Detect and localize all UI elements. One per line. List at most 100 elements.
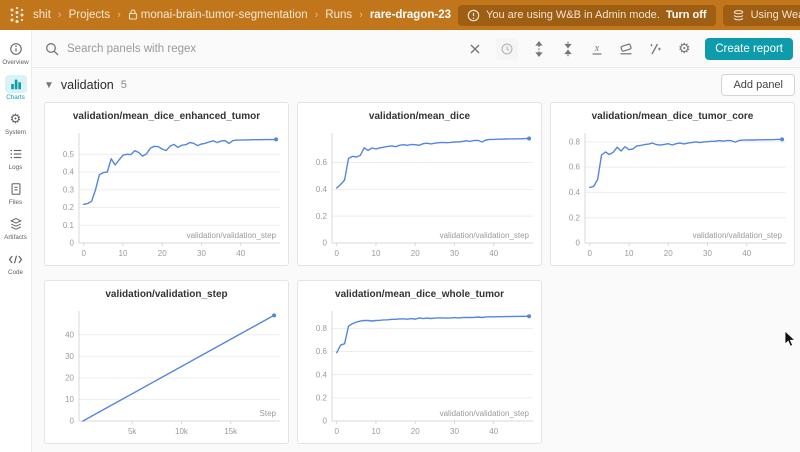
chart-panel-validation-step[interactable]: validation/validation_step 0102030405k10… xyxy=(44,280,289,444)
search-panels-input[interactable] xyxy=(67,43,454,55)
svg-text:0: 0 xyxy=(70,239,75,248)
wandb-logo-icon[interactable] xyxy=(8,6,26,24)
top-navigation-bar: shit › Projects › monai-brain-tumor-segm… xyxy=(0,0,800,30)
svg-text:0: 0 xyxy=(70,417,75,426)
svg-text:15k: 15k xyxy=(224,427,238,436)
breadcrumb-run-name[interactable]: rare-dragon-23 xyxy=(370,9,451,21)
svg-text:40: 40 xyxy=(489,427,498,436)
create-report-button[interactable]: Create report xyxy=(705,38,793,60)
svg-text:20: 20 xyxy=(65,373,74,382)
validation-section-header: ▼ validation 5 Add panel xyxy=(44,68,795,102)
breadcrumb-projects[interactable]: Projects xyxy=(69,9,111,21)
x-axis-label: Step xyxy=(260,409,276,418)
chart-panel-mean-dice[interactable]: validation/mean_dice 00.20.40.6010203040… xyxy=(297,102,542,266)
admin-banner-text: You are using W&B in Admin mode. xyxy=(486,9,660,21)
svg-text:0.2: 0.2 xyxy=(569,213,581,222)
sidebar-item-artifacts[interactable]: Artifacts xyxy=(0,213,32,243)
line-chart: 00.20.40.60.8010203040 xyxy=(298,305,541,441)
panels-grid: validation/mean_dice_enhanced_tumor 0 0.1… xyxy=(44,102,795,444)
x-axis-label: validation/validation_step xyxy=(693,231,782,240)
panel-history-icon[interactable] xyxy=(496,38,518,60)
sidebar-item-overview[interactable]: Overview xyxy=(0,38,32,68)
svg-text:10k: 10k xyxy=(175,427,189,436)
run-sidebar-nav: Overview Charts ⚙ System Logs Files Arti… xyxy=(0,30,32,452)
system-gear-icon: ⚙ xyxy=(5,110,27,128)
svg-text:0: 0 xyxy=(587,249,592,258)
x-axis-label: validation/validation_step xyxy=(440,409,529,418)
svg-text:0.2: 0.2 xyxy=(316,212,328,221)
svg-text:x: x xyxy=(594,43,600,54)
collapse-panels-icon[interactable] xyxy=(560,41,576,57)
sidebar-item-code[interactable]: Code xyxy=(0,248,32,278)
admin-turn-off-button[interactable]: Turn off xyxy=(666,9,707,21)
breadcrumb-separator: › xyxy=(117,9,121,21)
svg-text:0.4: 0.4 xyxy=(63,168,75,177)
line-chart: 0 10 20 30 40 5k 10k 15k xyxy=(45,305,288,441)
chart-panel-mean-dice-whole-tumor[interactable]: validation/mean_dice_whole_tumor 00.20.4… xyxy=(297,280,542,444)
breadcrumb-entity[interactable]: shit xyxy=(33,9,51,21)
sidebar-item-logs[interactable]: Logs xyxy=(0,143,32,173)
section-title[interactable]: validation xyxy=(61,78,114,92)
svg-text:0: 0 xyxy=(81,249,86,258)
chart-title: validation/mean_dice_whole_tumor xyxy=(298,287,541,305)
admin-mode-banner[interactable]: You are using W&B in Admin mode. Turn of… xyxy=(458,5,716,26)
section-collapse-chevron-icon[interactable]: ▼ xyxy=(44,80,54,91)
svg-text:20: 20 xyxy=(411,249,420,258)
sidebar-item-files[interactable]: Files xyxy=(0,178,32,208)
line-chart: 00.20.40.60.8010203040 xyxy=(551,127,794,263)
code-brackets-icon xyxy=(5,250,27,268)
chart-panel-mean-dice-enhanced-tumor[interactable]: validation/mean_dice_enhanced_tumor 0 0.1… xyxy=(44,102,289,266)
svg-text:30: 30 xyxy=(65,352,74,361)
breadcrumb-runs[interactable]: Runs xyxy=(325,9,352,21)
expand-panels-icon[interactable] xyxy=(531,41,547,57)
smoothing-magic-icon[interactable] xyxy=(647,41,663,57)
svg-text:0.3: 0.3 xyxy=(63,185,75,194)
svg-text:0.6: 0.6 xyxy=(316,158,328,167)
svg-text:0: 0 xyxy=(323,417,328,426)
lock-icon xyxy=(128,9,138,20)
svg-text:0: 0 xyxy=(334,427,339,436)
line-chart: 00.20.40.6010203040 xyxy=(298,127,541,263)
svg-text:20: 20 xyxy=(411,427,420,436)
svg-text:30: 30 xyxy=(197,249,206,258)
svg-text:0: 0 xyxy=(334,249,339,258)
line-chart: 00.10.20.30.40.5010203040 xyxy=(45,127,288,263)
section-panel-count: 5 xyxy=(121,79,127,91)
overview-info-icon xyxy=(5,40,27,58)
svg-text:0.4: 0.4 xyxy=(569,188,581,197)
svg-text:5k: 5k xyxy=(128,427,137,436)
clear-search-icon[interactable] xyxy=(467,41,483,57)
sidebar-item-system[interactable]: ⚙ System xyxy=(0,108,32,138)
svg-text:10: 10 xyxy=(372,249,381,258)
svg-text:10: 10 xyxy=(119,249,128,258)
workspace-settings-gear-icon[interactable]: ⚙ xyxy=(676,41,692,57)
add-panel-button[interactable]: Add panel xyxy=(721,74,795,96)
svg-text:0.6: 0.6 xyxy=(569,163,581,172)
svg-text:0.1: 0.1 xyxy=(63,221,75,230)
weave-banner[interactable]: Using Weave 1.0 Turn off xyxy=(723,5,800,26)
svg-text:0.2: 0.2 xyxy=(63,203,75,212)
svg-text:40: 40 xyxy=(65,330,74,339)
chart-title: validation/mean_dice_enhanced_tumor xyxy=(45,109,288,127)
svg-text:10: 10 xyxy=(65,395,74,404)
svg-text:0.5: 0.5 xyxy=(63,150,75,159)
svg-text:10: 10 xyxy=(625,249,634,258)
sidebar-item-charts[interactable]: Charts xyxy=(0,73,32,103)
breadcrumb-separator: › xyxy=(315,9,319,21)
breadcrumb-project[interactable]: monai-brain-tumor-segmentation xyxy=(128,9,308,21)
svg-text:30: 30 xyxy=(703,249,712,258)
svg-text:0.8: 0.8 xyxy=(569,137,581,146)
svg-text:0.6: 0.6 xyxy=(316,347,328,356)
svg-text:30: 30 xyxy=(450,249,459,258)
panels-toolbar: x ⚙ Create report xyxy=(32,30,800,68)
eraser-outliers-icon[interactable] xyxy=(618,41,634,57)
chart-panel-mean-dice-tumor-core[interactable]: validation/mean_dice_tumor_core 00.20.40… xyxy=(550,102,795,266)
files-document-icon xyxy=(5,180,27,198)
svg-text:0: 0 xyxy=(576,239,581,248)
svg-text:0.8: 0.8 xyxy=(316,324,328,333)
panel-search[interactable] xyxy=(44,41,454,57)
breadcrumb-separator: › xyxy=(359,9,363,21)
x-axis-settings-icon[interactable]: x xyxy=(589,41,605,57)
svg-text:20: 20 xyxy=(664,249,673,258)
chart-title: validation/mean_dice xyxy=(298,109,541,127)
